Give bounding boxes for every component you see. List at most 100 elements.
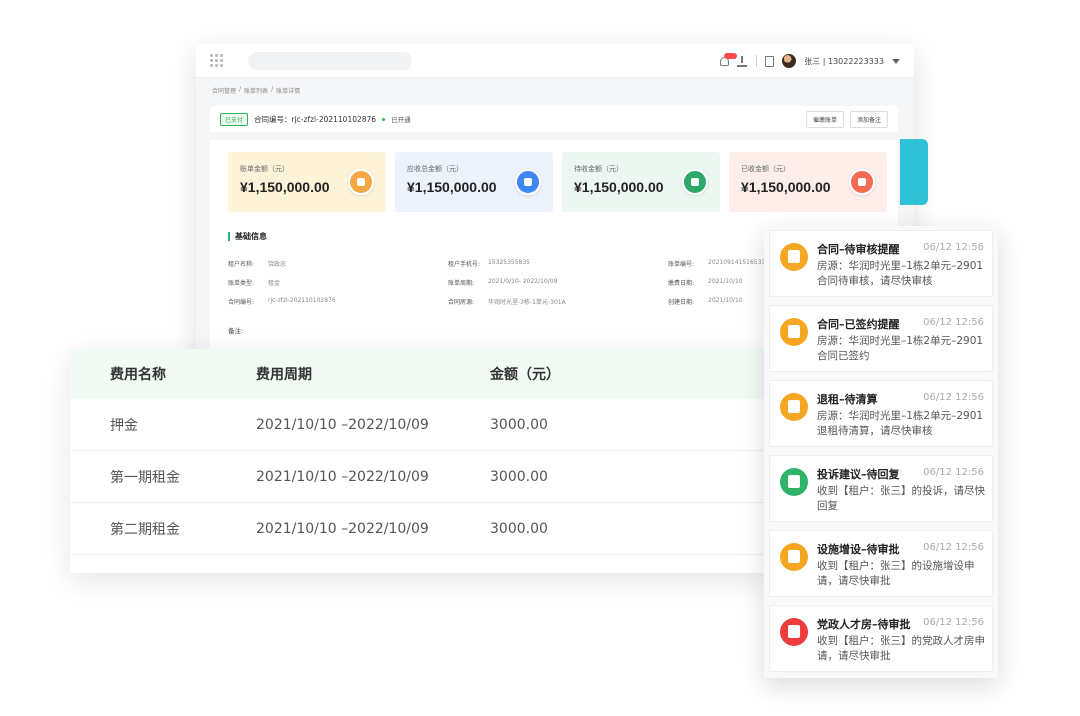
- add-remark-button[interactable]: 添加备注: [849, 110, 888, 128]
- info-label: 账单类型:: [228, 280, 255, 287]
- talent-house-icon: [780, 618, 808, 646]
- stat-card-bill-amount: 账单金额（元） ¥1,150,000.00: [228, 152, 386, 212]
- info-value: rjc-zfzl-202110102876: [268, 297, 336, 304]
- fee-table: 费用名称 费用周期 金额（元） 押金 2021/10/10 –2022/10/0…: [70, 349, 770, 573]
- bell-icon[interactable]: [720, 52, 738, 66]
- fee-name: 第二期租金: [110, 521, 180, 538]
- notification-title: 党政人才房–待审批: [817, 618, 911, 631]
- notification-item[interactable]: 党政人才房–待审批 06/12 12:56 收到【租户：张三】的党政人才房申请，…: [769, 605, 993, 672]
- info-value: 饶政忠: [268, 261, 287, 268]
- info-label: 账单编号:: [668, 261, 695, 268]
- user-info[interactable]: 张三 | 13022223333: [804, 56, 884, 67]
- notification-body: 收到【租户：张三】的党政人才房申请，请尽快审批: [817, 635, 985, 662]
- status-dot: [382, 117, 386, 121]
- app-grid-icon[interactable]: [210, 54, 224, 68]
- info-value: 2021/0/10- 2022/10/09: [488, 278, 558, 285]
- notification-time: 06/12 12:56: [923, 317, 984, 328]
- fee-period: 2021/10/10 –2022/10/09: [256, 468, 429, 485]
- stat-card-received: 已收金额（元） ¥1,150,000.00: [729, 152, 887, 212]
- notification-title: 设施增设–待审批: [817, 543, 900, 556]
- info-value: 2021091415165338: [708, 259, 770, 266]
- table-header: 费用名称 费用周期 金额（元）: [70, 349, 770, 399]
- remark-label: 备注:: [228, 327, 244, 335]
- notification-item[interactable]: 合同–待审核提醒 06/12 12:56 房源：华润时光里–1栋2单元–2901…: [769, 230, 993, 297]
- info-value: 租金: [268, 280, 281, 287]
- column-header: 费用周期: [256, 367, 312, 383]
- breadcrumb-item[interactable]: 合同管理: [212, 86, 236, 95]
- notification-time: 06/12 12:56: [923, 242, 984, 253]
- receipt-icon: [348, 169, 374, 195]
- status-badge: 已支付: [220, 112, 249, 126]
- chevron-down-icon[interactable]: [892, 58, 900, 64]
- search-input[interactable]: [248, 52, 412, 70]
- breadcrumb-item[interactable]: 账单列表: [244, 86, 268, 95]
- notification-title: 合同–待审核提醒: [817, 243, 900, 256]
- info-label: 缴费日期:: [668, 280, 695, 287]
- fee-period: 2021/10/10 –2022/10/09: [256, 520, 429, 537]
- document-icon[interactable]: [765, 55, 775, 67]
- notification-item[interactable]: 投诉建议–待回复 06/12 12:56 收到【租户：张三】的投诉，请尽快回复: [769, 455, 993, 522]
- info-value: 华润时光里-3栋-1单元-301A: [488, 299, 566, 306]
- avatar[interactable]: [782, 54, 797, 68]
- home-icon: [515, 169, 541, 195]
- info-label: 合同编号:: [228, 299, 255, 306]
- notification-title: 投诉建议–待回复: [817, 468, 900, 481]
- info-value: 15325355835: [488, 259, 530, 266]
- fee-amount: 3000.00: [490, 416, 548, 433]
- side-tab[interactable]: [900, 139, 928, 205]
- breadcrumb: 合同管理 / 账单列表 / 账单详情: [212, 86, 300, 95]
- money-icon: [682, 169, 708, 195]
- notification-time: 06/12 12:56: [923, 542, 984, 553]
- table-row: 第二期租金 2021/10/10 –2022/10/09 3000.00: [70, 503, 770, 555]
- info-value: 2021/10/10: [708, 297, 743, 304]
- breadcrumb-separator: /: [271, 86, 274, 93]
- notification-time: 06/12 12:56: [923, 392, 984, 403]
- column-header: 金额（元）: [490, 367, 560, 383]
- notification-body: 房源：华润时光里–1栋2单元–2901 合同已签约: [817, 335, 984, 362]
- notification-body: 房源：华润时光里–1栋2单元–2901 退租待清算，请尽快审核: [817, 410, 984, 437]
- stat-card-pending: 待收金额（元） ¥1,150,000.00: [562, 152, 720, 212]
- notification-title: 合同–已签约提醒: [817, 318, 900, 331]
- bill-header: 已支付 合同编号：rjc-zfzl-202110102876 已开通 催缴账单 …: [210, 106, 898, 132]
- check-icon: [849, 169, 875, 195]
- fee-name: 押金: [110, 417, 138, 434]
- table-row: 押金 2021/10/10 –2022/10/09 3000.00: [70, 399, 770, 451]
- house-return-icon: [780, 393, 808, 421]
- notification-badge: [724, 52, 738, 59]
- contract-icon: [780, 243, 808, 271]
- info-label: 租户名称:: [228, 261, 255, 268]
- notification-time: 06/12 12:56: [923, 467, 984, 478]
- status-text: 已开通: [391, 116, 411, 124]
- info-label: 租户手机号:: [448, 261, 481, 268]
- contract-number: 合同编号：rjc-zfzl-202110102876: [254, 114, 377, 124]
- breadcrumb-item: 账单详情: [276, 88, 301, 95]
- info-label: 创建日期:: [668, 299, 695, 306]
- complaint-icon: [780, 468, 808, 496]
- column-header: 费用名称: [110, 367, 166, 383]
- notification-time: 06/12 12:56: [923, 617, 984, 628]
- breadcrumb-separator: /: [239, 86, 242, 93]
- contract-icon: [780, 318, 808, 346]
- fee-name: 第一期租金: [110, 469, 180, 486]
- notification-title: 退租–待清算: [817, 393, 878, 406]
- table-row: 第一期租金 2021/10/10 –2022/10/09 3000.00: [70, 451, 770, 503]
- notification-item[interactable]: 退租–待清算 06/12 12:56 房源：华润时光里–1栋2单元–2901 退…: [769, 380, 993, 447]
- facility-icon: [780, 543, 808, 571]
- notification-item[interactable]: 合同–已签约提醒 06/12 12:56 房源：华润时光里–1栋2单元–2901…: [769, 305, 993, 372]
- info-label: 账单周期:: [448, 280, 475, 287]
- notification-panel: 合同–待审核提醒 06/12 12:56 房源：华润时光里–1栋2单元–2901…: [764, 226, 998, 678]
- notification-body: 房源：华润时光里–1栋2单元–2901 合同待审核，请尽快审核: [817, 260, 984, 287]
- notification-item[interactable]: 设施增设–待审批 06/12 12:56 收到【租户：张三】的设施增设申请，请尽…: [769, 530, 993, 597]
- info-label: 合同房源:: [448, 299, 475, 306]
- notification-body: 收到【租户：张三】的投诉，请尽快回复: [817, 485, 985, 512]
- download-icon[interactable]: [737, 55, 748, 67]
- fee-period: 2021/10/10 –2022/10/09: [256, 416, 429, 433]
- notification-body: 收到【租户：张三】的设施增设申请，请尽快审批: [817, 560, 975, 587]
- fee-amount: 3000.00: [490, 520, 548, 537]
- divider: [756, 55, 758, 67]
- stat-card-receivable: 应收总金额（元） ¥1,150,000.00: [395, 152, 553, 212]
- remind-bill-button[interactable]: 催缴账单: [805, 110, 844, 128]
- fee-amount: 3000.00: [490, 468, 548, 485]
- section-title: 基础信息: [228, 232, 267, 241]
- info-value: 2021/10/10: [708, 278, 743, 285]
